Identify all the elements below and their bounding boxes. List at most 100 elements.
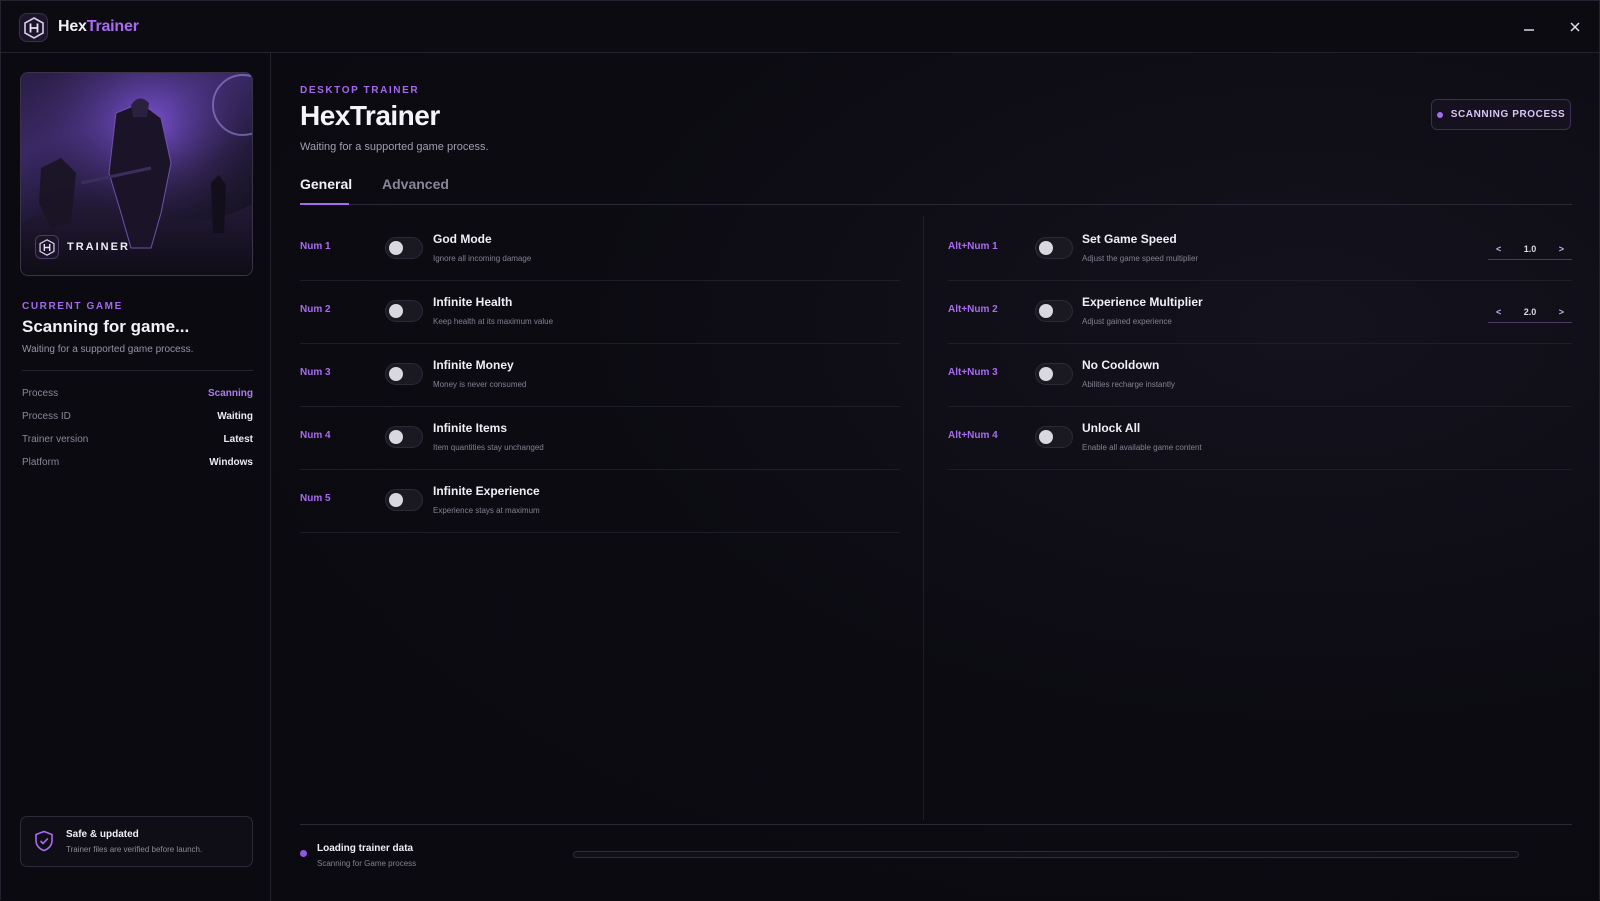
info-key: Trainer version [22,434,89,445]
title-bar: HexTrainer [1,1,1599,53]
info-value: Latest [223,434,253,445]
trainer-logo-icon [35,235,59,259]
toggle-knob [1039,304,1053,318]
cheat-description: Item quantities stay unchanged [433,443,544,452]
set-game-speed-toggle[interactable] [1035,237,1073,259]
hotkey-label: Num 5 [300,493,331,504]
toggle-knob [1039,367,1053,381]
cover-label: TRAINER [67,241,130,253]
safe-title: Safe & updated [66,829,139,840]
god-mode-toggle[interactable] [385,237,423,259]
cheat-description: Experience stays at maximum [433,506,540,515]
cheat-description: Money is never consumed [433,380,527,389]
current-game-eyebrow: CURRENT GAME [22,301,123,312]
loading-title: Loading trainer data [317,843,414,854]
toggle-knob [389,241,403,255]
toggle-knob [389,430,403,444]
stepper-increment-button[interactable]: > [1559,307,1564,317]
loading-progress-bar [573,851,1519,858]
cheat-name: Experience Multiplier [1082,295,1203,309]
cheat-description: Keep health at its maximum value [433,317,554,326]
cheat-row-infinite-items: Num 4 Infinite Items Item quantities sta… [300,407,900,470]
experience-multiplier-stepper: < 2.0 > [1488,302,1572,323]
status-dot-icon [1436,111,1443,118]
active-tab-indicator [300,203,349,205]
shield-check-icon [35,830,53,852]
cheat-description: Enable all available game content [1082,443,1202,452]
info-value: Waiting [217,411,253,422]
toggle-knob [1039,241,1053,255]
cheat-name: Unlock All [1082,421,1141,435]
stepper-increment-button[interactable]: > [1559,244,1564,254]
hotkey-label: Num 1 [300,241,331,252]
sidebar: TRAINER CURRENT GAME Scanning for game..… [1,53,271,901]
toggle-knob [1039,430,1053,444]
cheat-row-infinite-experience: Num 5 Infinite Experience Experience sta… [300,470,900,533]
app-logo-icon [19,13,48,42]
sidebar-divider [22,370,253,371]
info-row-process: Process Scanning [22,388,253,399]
tab-advanced[interactable]: Advanced [382,176,449,192]
cheat-name: Infinite Money [433,358,514,372]
safe-subtitle: Trainer files are verified before launch… [66,845,203,854]
scanning-status-badge: SCANNING PROCESS [1431,99,1571,130]
tab-bar: General Advanced [300,171,1572,205]
cheat-row-infinite-health: Num 2 Infinite Health Keep health at its… [300,281,900,344]
stepper-decrement-button[interactable]: < [1496,244,1501,254]
hotkey-label: Num 2 [300,304,331,315]
info-row-trainer-version: Trainer version Latest [22,434,253,445]
close-icon [1570,22,1580,32]
minimize-button[interactable] [1517,15,1541,39]
no-cooldown-toggle[interactable] [1035,363,1073,385]
infinite-health-toggle[interactable] [385,300,423,322]
stepper-decrement-button[interactable]: < [1496,307,1501,317]
unlock-all-toggle[interactable] [1035,426,1073,448]
game-cover-image: TRAINER [20,72,253,276]
cheat-row-god-mode: Num 1 God Mode Ignore all incoming damag… [300,218,900,281]
info-row-platform: Platform Windows [22,457,253,468]
cheat-row-no-cooldown: Alt+Num 3 No Cooldown Abilities recharge… [948,344,1572,407]
cheat-description: Adjust the game speed multiplier [1082,254,1199,263]
cheat-name: Infinite Experience [433,484,540,498]
app-title: HexTrainer [58,18,139,36]
info-value: Scanning [207,388,253,399]
stepper-value: 2.0 [1523,307,1537,317]
toggle-knob [389,493,403,507]
footer-divider [300,824,1572,825]
loading-subtitle: Scanning for Game process [317,859,417,868]
hotkey-label: Alt+Num 2 [948,304,998,315]
cheat-name: Infinite Items [433,421,508,435]
toggle-knob [389,304,403,318]
page-subtitle: Waiting for a supported game process. [300,141,489,153]
stepper-value: 1.0 [1523,244,1537,254]
experience-multiplier-toggle[interactable] [1035,300,1073,322]
page-eyebrow: DESKTOP TRAINER [300,85,420,96]
hotkey-label: Alt+Num 4 [948,430,998,441]
infinite-experience-toggle[interactable] [385,489,423,511]
app-title-part2: Trainer [86,18,139,35]
cheat-row-unlock-all: Alt+Num 4 Unlock All Enable all availabl… [948,407,1572,470]
column-divider [923,216,924,820]
hotkey-label: Alt+Num 3 [948,367,998,378]
infinite-money-toggle[interactable] [385,363,423,385]
page-title: HexTrainer [300,100,440,131]
hotkey-label: Alt+Num 1 [948,241,998,252]
close-button[interactable] [1563,15,1587,39]
info-row-process-id: Process ID Waiting [22,411,253,422]
hotkey-label: Num 3 [300,367,331,378]
safe-status-card: Safe & updated Trainer files are verifie… [20,816,253,867]
cheat-description: Adjust gained experience [1082,317,1172,326]
info-key: Process ID [22,411,71,422]
info-key: Process [22,388,59,399]
current-game-title: Scanning for game... [22,317,190,336]
cheat-name: Set Game Speed [1082,232,1177,246]
cheat-name: No Cooldown [1082,358,1160,372]
app-window: HexTrainer TRAINER CURRENT GAME Scanning… [0,0,1600,901]
cheat-name: Infinite Health [433,295,513,309]
tab-general[interactable]: General [300,176,352,192]
toggle-knob [389,367,403,381]
cover-badge: TRAINER [35,235,130,259]
app-title-part1: Hex [58,18,87,35]
infinite-items-toggle[interactable] [385,426,423,448]
minimize-icon [1524,29,1534,31]
